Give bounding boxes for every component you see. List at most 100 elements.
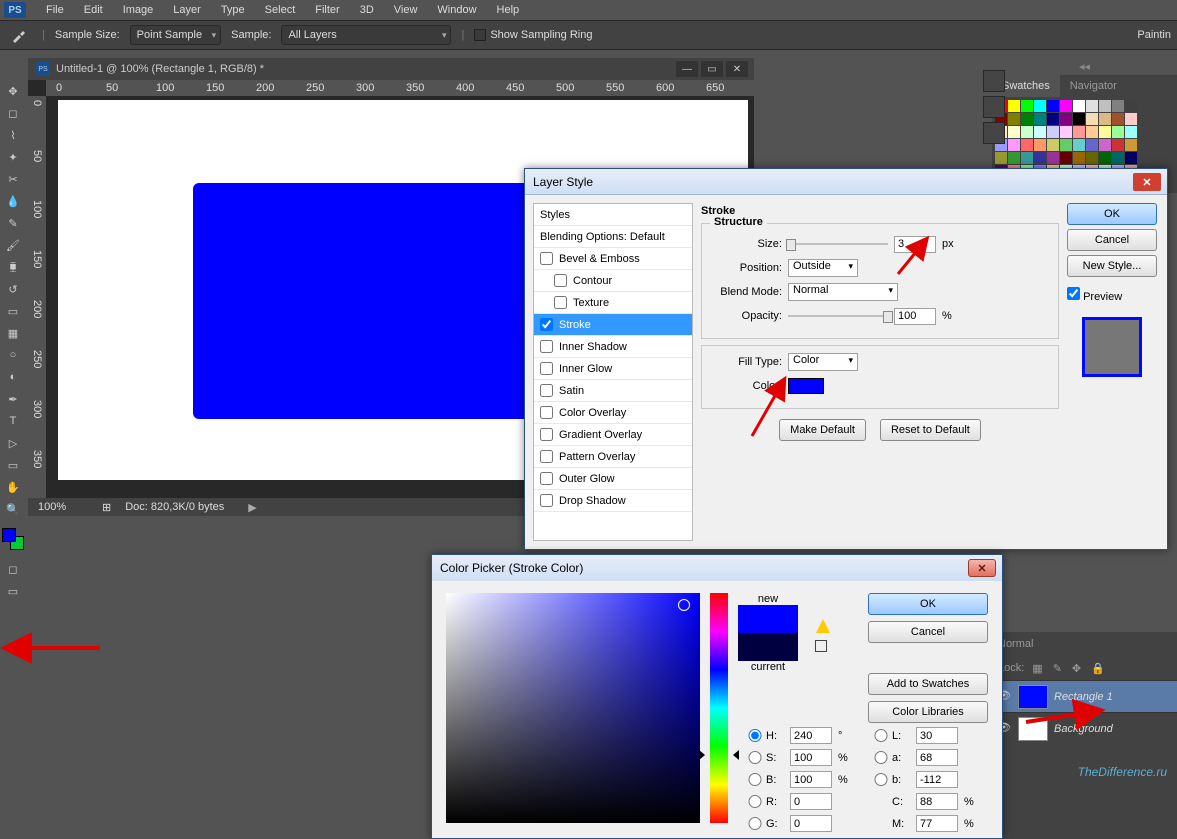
swatch[interactable]: [1008, 139, 1020, 151]
websafe-icon[interactable]: [815, 640, 827, 652]
swatch[interactable]: [1021, 152, 1033, 164]
swatch[interactable]: [1099, 139, 1111, 151]
swatch[interactable]: [1073, 139, 1085, 151]
sidebar-item-color-overlay[interactable]: Color Overlay: [534, 402, 692, 424]
sidebar-item-checkbox[interactable]: [540, 406, 553, 419]
b2-radio[interactable]: [874, 773, 888, 786]
foreground-color-swatch[interactable]: [2, 528, 16, 542]
b2-input[interactable]: [916, 771, 958, 788]
swatch[interactable]: [1086, 126, 1098, 138]
lock-all-icon[interactable]: 🔒: [1091, 662, 1105, 675]
swatch[interactable]: [1060, 113, 1072, 125]
sidebar-item-inner-glow[interactable]: Inner Glow: [534, 358, 692, 380]
type-tool-icon[interactable]: T: [0, 410, 26, 432]
sat-bright-field[interactable]: [446, 593, 700, 823]
blendmode-select[interactable]: Normal: [788, 283, 898, 301]
menu-file[interactable]: File: [36, 4, 74, 16]
zoom-level[interactable]: 100%: [38, 501, 88, 513]
swatch[interactable]: [1047, 126, 1059, 138]
swatch[interactable]: [1021, 139, 1033, 151]
swatch[interactable]: [1112, 152, 1124, 164]
b-input[interactable]: [790, 771, 832, 788]
swatch[interactable]: [1060, 126, 1072, 138]
eyedropper-tool-icon[interactable]: 💧: [0, 190, 26, 212]
panel-icon-2[interactable]: [983, 96, 1005, 118]
swatch[interactable]: [1034, 100, 1046, 112]
lasso-tool-icon[interactable]: ⌇: [0, 124, 26, 146]
sidebar-blending[interactable]: Blending Options: Default: [534, 226, 692, 248]
menu-edit[interactable]: Edit: [74, 4, 113, 16]
sidebar-styles[interactable]: Styles: [534, 204, 692, 226]
sidebar-item-bevel-emboss[interactable]: Bevel & Emboss: [534, 248, 692, 270]
swatch[interactable]: [1112, 126, 1124, 138]
new-color-swatch[interactable]: [738, 605, 798, 633]
panel-icon-3[interactable]: [983, 122, 1005, 144]
swatch[interactable]: [1125, 139, 1137, 151]
swatch[interactable]: [1073, 113, 1085, 125]
menu-select[interactable]: Select: [255, 4, 306, 16]
brush-tool-icon[interactable]: 🖌: [0, 234, 26, 256]
swatch[interactable]: [1086, 113, 1098, 125]
opacity-slider[interactable]: [788, 309, 888, 323]
newstyle-button[interactable]: New Style...: [1067, 255, 1157, 277]
swatch[interactable]: [1008, 152, 1020, 164]
size-slider[interactable]: [788, 237, 888, 251]
sidebar-item-stroke[interactable]: Stroke: [534, 314, 692, 336]
make-default-button[interactable]: Make Default: [779, 419, 866, 441]
document-tab[interactable]: PS Untitled-1 @ 100% (Rectangle 1, RGB/8…: [28, 62, 272, 76]
gradient-tool-icon[interactable]: ▦: [0, 322, 26, 344]
dialog-close-button[interactable]: ✕: [968, 559, 996, 577]
swatch[interactable]: [1021, 113, 1033, 125]
layer-name[interactable]: Rectangle 1: [1054, 691, 1113, 703]
menu-help[interactable]: Help: [487, 4, 530, 16]
panel-icon-1[interactable]: [983, 70, 1005, 92]
swatch[interactable]: [1021, 100, 1033, 112]
swatch[interactable]: [1034, 139, 1046, 151]
swatch[interactable]: [995, 152, 1007, 164]
sidebar-item-pattern-overlay[interactable]: Pattern Overlay: [534, 446, 692, 468]
sidebar-item-checkbox[interactable]: [540, 494, 553, 507]
swatch[interactable]: [1060, 100, 1072, 112]
swatch[interactable]: [1125, 100, 1137, 112]
swatch[interactable]: [1060, 139, 1072, 151]
hand-tool-icon[interactable]: ✋: [0, 476, 26, 498]
zoom-tool-icon[interactable]: 🔍: [0, 498, 26, 520]
menu-filter[interactable]: Filter: [305, 4, 349, 16]
swatch[interactable]: [1008, 126, 1020, 138]
filltype-select[interactable]: Color: [788, 353, 858, 371]
position-select[interactable]: Outside: [788, 259, 858, 277]
swatch[interactable]: [1047, 152, 1059, 164]
swatch[interactable]: [1112, 113, 1124, 125]
sidebar-item-checkbox[interactable]: [540, 384, 553, 397]
eyedropper-icon[interactable]: [6, 24, 32, 46]
path-select-tool-icon[interactable]: ▷: [0, 432, 26, 454]
marquee-tool-icon[interactable]: ◻: [0, 102, 26, 124]
c-input[interactable]: [916, 793, 958, 810]
sidebar-item-checkbox[interactable]: [540, 472, 553, 485]
swatch[interactable]: [1112, 139, 1124, 151]
sidebar-item-gradient-overlay[interactable]: Gradient Overlay: [534, 424, 692, 446]
screenmode-icon[interactable]: ▭: [0, 580, 26, 602]
r-input[interactable]: [790, 793, 832, 810]
size-input[interactable]: [894, 236, 936, 253]
menu-layer[interactable]: Layer: [163, 4, 211, 16]
dialog-close-button[interactable]: ✕: [1133, 173, 1161, 191]
navigator-tab[interactable]: Navigator: [1060, 75, 1127, 97]
current-color-swatch[interactable]: [738, 633, 798, 661]
swatch[interactable]: [1034, 152, 1046, 164]
blur-tool-icon[interactable]: ○: [0, 344, 26, 366]
sidebar-item-satin[interactable]: Satin: [534, 380, 692, 402]
swatch[interactable]: [1047, 100, 1059, 112]
lock-pixels-icon[interactable]: ✎: [1053, 662, 1062, 675]
s-radio[interactable]: [748, 751, 762, 764]
swatch[interactable]: [1034, 113, 1046, 125]
sidebar-item-checkbox[interactable]: [554, 296, 567, 309]
layer-row-background[interactable]: 👁 Background: [992, 712, 1177, 744]
g-radio[interactable]: [748, 817, 762, 830]
swatch[interactable]: [1125, 113, 1137, 125]
swatch[interactable]: [1125, 126, 1137, 138]
menu-3d[interactable]: 3D: [350, 4, 384, 16]
swatch[interactable]: [1086, 152, 1098, 164]
sidebar-item-inner-shadow[interactable]: Inner Shadow: [534, 336, 692, 358]
swatch[interactable]: [1034, 126, 1046, 138]
